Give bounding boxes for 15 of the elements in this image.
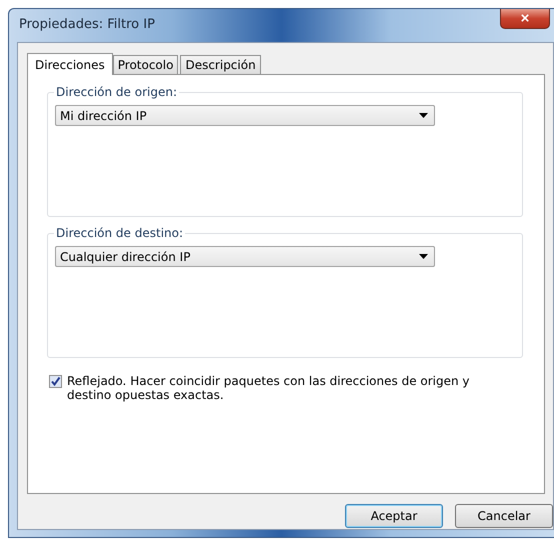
tab[interactable]: Direcciones <box>27 53 113 75</box>
caret-icon <box>419 113 428 118</box>
window-title: Propiedades: Filtro IP <box>19 17 155 32</box>
close-button[interactable]: × <box>500 9 550 29</box>
dropdown[interactable]: Cualquier dirección IP <box>55 246 435 267</box>
group-label: Dirección de destino: <box>54 226 186 240</box>
dropdown[interactable]: Mi dirección IP <box>55 105 435 126</box>
ok-button[interactable]: Aceptar <box>345 504 443 528</box>
caret-icon <box>419 254 428 259</box>
checkbox-label: Reflejado. Hacer coincidir paquetes con las direcciones de origen y destino opuestas exactas. <box>67 374 471 402</box>
group-label: Dirección de origen: <box>54 85 179 99</box>
checkbox[interactable] <box>49 375 62 388</box>
tab[interactable]: Protocolo <box>112 55 178 74</box>
cancel-button[interactable]: Cancelar <box>455 504 553 528</box>
tab[interactable]: Descripción <box>180 55 261 74</box>
